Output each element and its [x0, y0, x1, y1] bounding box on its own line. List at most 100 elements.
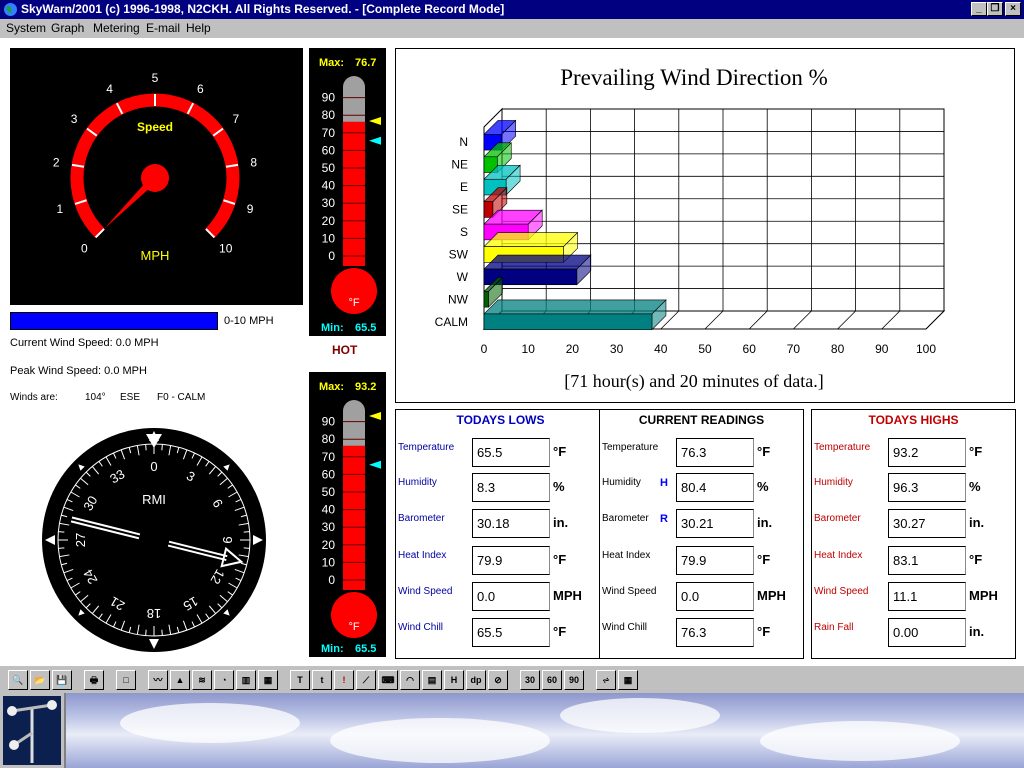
compass-label: 27	[73, 533, 88, 547]
thermo-bottom-max-value: 93.2	[355, 381, 376, 393]
thermo-bottom-max-label: Max:	[319, 381, 344, 393]
lows-reading-label: Barometer	[398, 513, 445, 524]
current-reading-label: Wind Chill	[602, 622, 648, 633]
highs-reading-unit: °F	[969, 444, 983, 459]
compass-tick	[145, 629, 147, 636]
highs-reading-unit: in.	[969, 624, 985, 639]
speed-tick-label: 0	[81, 242, 88, 256]
speed-tick-label: 10	[219, 242, 233, 256]
time-span-90-button[interactable]: 90	[564, 670, 584, 690]
thermo-top-max-label: Max:	[319, 57, 344, 69]
compass-label: 9	[220, 536, 235, 543]
chart-category-label: NW	[448, 292, 469, 306]
thermo-top-scale-label: 10	[322, 231, 336, 245]
dew-point-button[interactable]: dp	[466, 670, 486, 690]
thermo-top-scale-label: 90	[322, 91, 336, 105]
chart-x-tick-label: 70	[787, 342, 801, 356]
gauge-button[interactable]: ◠	[400, 670, 420, 690]
compass-tick	[145, 444, 147, 451]
stacked-graph-button[interactable]: ≋	[192, 670, 212, 690]
minimize-button[interactable]: _	[971, 2, 987, 16]
menu-email[interactable]: E-mail	[146, 21, 180, 35]
todays-lows-panel: TODAYS LOWS Temperature 65.5 °F Humidity 8.3…	[395, 409, 606, 659]
lows-reading-label: Wind Speed	[398, 586, 453, 597]
restore-button[interactable]: ❐	[987, 2, 1003, 16]
lows-reading-value: 65.5	[472, 618, 550, 647]
thermo-top-scale-label: 80	[322, 108, 336, 122]
thermo-bottom-scale-label: 50	[322, 485, 336, 499]
compass-button[interactable]: ⊘	[488, 670, 508, 690]
highs-reading-value: 0.00	[888, 618, 966, 647]
print-button[interactable]: 🖶	[84, 670, 104, 690]
chart-x-tick-label: 60	[743, 342, 757, 356]
line-graph-button[interactable]: 〰	[148, 670, 168, 690]
grid-table-button[interactable]: ▦	[618, 670, 638, 690]
temperature-meter-button[interactable]: T	[290, 670, 310, 690]
thermo-button[interactable]: ▤	[422, 670, 442, 690]
bar-graph-button[interactable]: ▥	[236, 670, 256, 690]
compass-label: 18	[147, 606, 161, 621]
open-folder-button[interactable]: 📂	[30, 670, 50, 690]
pie-chart-button[interactable]: ◔	[214, 670, 234, 690]
current-reading-trend-indicator: R	[660, 513, 668, 525]
speed-tick-label: 8	[250, 155, 257, 169]
chart-bar-top	[483, 254, 592, 270]
chart-x-tick-label: 50	[698, 342, 712, 356]
lows-reading-unit: in.	[553, 515, 569, 530]
speed-range-label: 0-10 MPH	[224, 315, 274, 327]
chart-meter-button[interactable]: ⟋	[356, 670, 376, 690]
thermo-top-scale-label: 60	[322, 143, 336, 157]
thermo-top-min-marker	[369, 136, 381, 145]
toolbar: 🔍 📂 💾 🖶 □ 〰 ▲ ≋ ◔ ▥ ▦ Tt! ⟋ ⌨ ◠ ▤ Hdp ⊘ 30 60 90 ⩫ ▦	[0, 665, 1024, 693]
thermometer-top: Max: 76.7 Min: 65.5 °F 90 80 70 60 50 40 30 20 10 0	[319, 57, 381, 334]
preview-button[interactable]: 🔍	[8, 670, 28, 690]
lows-reading-value: 8.3	[472, 473, 550, 502]
thermo-top-scale-label: 40	[322, 179, 336, 193]
wind-force: F0 - CALM	[157, 392, 206, 403]
sky-background	[0, 693, 1024, 768]
todays-highs-title: TODAYS HIGHS	[868, 413, 959, 427]
column-graph-button[interactable]: ▦	[258, 670, 278, 690]
keyboard-button[interactable]: ⌨	[378, 670, 398, 690]
current-reading-value: 76.3	[676, 618, 754, 647]
time-span-30-button[interactable]: 30	[520, 670, 540, 690]
blank-page-button[interactable]: □	[116, 670, 136, 690]
strip-chart-button[interactable]: ⩫	[596, 670, 616, 690]
current-reading-unit: °F	[757, 444, 771, 459]
area-graph-button[interactable]: ▲	[170, 670, 190, 690]
lows-reading-label: Temperature	[398, 442, 455, 453]
thermo-bottom-max-marker	[369, 411, 381, 420]
highs-reading-label: Barometer	[814, 513, 861, 524]
lows-reading-value: 65.5	[472, 438, 550, 467]
compass-tick	[161, 629, 163, 636]
close-button[interactable]: ×	[1005, 2, 1021, 16]
thermometer-button[interactable]: t	[312, 670, 332, 690]
chart-x-tick-label: 10	[522, 342, 536, 356]
menu-help[interactable]: Help	[186, 21, 211, 35]
red-thermometer-button[interactable]: !	[334, 670, 354, 690]
humidity-button[interactable]: H	[444, 670, 464, 690]
lows-reading-unit: °F	[553, 552, 567, 567]
thermo-top-scale-label: 50	[322, 161, 336, 175]
time-span-60-button[interactable]: 60	[542, 670, 562, 690]
chart-title: Prevailing Wind Direction %	[560, 65, 828, 90]
menu-system[interactable]: System	[6, 21, 46, 35]
wind-direction-chart-svg: Prevailing Wind Direction % [71 hour(s) a…	[435, 65, 946, 392]
menu-metering[interactable]: Metering	[93, 21, 140, 35]
thermo-bottom-scale-label: 80	[322, 432, 336, 446]
current-reading-value: 0.0	[676, 582, 754, 611]
save-button[interactable]: 💾	[52, 670, 72, 690]
current-reading-label: Temperature	[602, 442, 659, 453]
compass-label-rmi: RMI	[142, 492, 166, 507]
lows-reading-unit: %	[553, 479, 565, 494]
speed-tick-label: 7	[233, 112, 240, 126]
thermo-top-scale-label: 20	[322, 214, 336, 228]
menu-graph[interactable]: Graph	[51, 21, 84, 35]
thermo-top-mercury	[343, 121, 365, 266]
highs-reading-unit: %	[969, 479, 981, 494]
anemometer-icon	[3, 696, 61, 765]
thermo-top-min-label: Min:	[321, 322, 344, 334]
current-reading-unit: MPH	[757, 588, 786, 603]
compass-tick	[161, 444, 163, 451]
thermo-bottom-scale-label: 20	[322, 538, 336, 552]
